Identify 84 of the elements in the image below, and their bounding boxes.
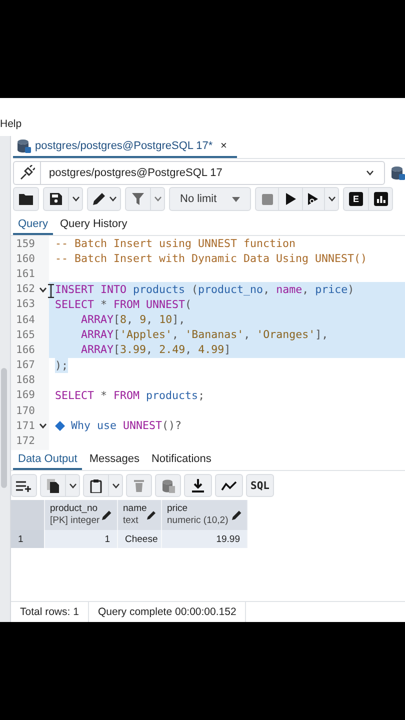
execute-options-button[interactable] (324, 188, 338, 210)
download-icon (192, 478, 204, 492)
total-rows: Total rows: 1 (11, 602, 89, 622)
dropdown-icon (232, 196, 240, 202)
line-chart-icon (221, 480, 237, 490)
bar-chart-icon (374, 192, 388, 206)
line-number: 166 (16, 344, 35, 356)
line-number: 160 (16, 252, 35, 265)
table-cell: Cheese (118, 530, 162, 548)
connection-select[interactable]: postgres/postgres@PostgreSQL 17 (13, 161, 385, 185)
table-cell: 1 (45, 530, 118, 548)
scrollbar-thumb[interactable] (1, 368, 7, 488)
close-button[interactable]: × (216, 140, 231, 152)
caret-icon (68, 482, 76, 488)
code-line: ARRAY[8, 9, 10], (80, 312, 186, 328)
code-line: INSERT INTO products (product_no, name, price) (55, 282, 354, 297)
paste-options-button[interactable] (108, 475, 122, 496)
column-name: price (167, 503, 189, 515)
copy-options-button[interactable] (65, 475, 79, 496)
code-line: SELECT * FROM products; (55, 388, 205, 404)
menu-item[interactable]: Help (0, 118, 22, 130)
line-number: 167 (16, 359, 35, 372)
pen-icon (92, 192, 106, 206)
database-save-icon (162, 478, 174, 492)
tab[interactable]: Query History (54, 215, 132, 235)
line-number: 159 (16, 238, 35, 250)
line-number: 162 (16, 283, 35, 296)
sql-button[interactable]: SQL (247, 475, 273, 496)
database-icon (17, 139, 31, 153)
tab[interactable]: Data Output (13, 450, 82, 470)
database-icon (391, 166, 405, 180)
line-number: 161 (16, 268, 35, 280)
clipboard-icon (90, 478, 102, 492)
diamond-icon (55, 420, 65, 431)
caret-icon (112, 482, 120, 488)
code-line: Why use UNNEST()? (71, 418, 182, 434)
pencil-icon (146, 510, 156, 520)
column-name: name (123, 503, 147, 515)
trash-icon (134, 479, 144, 492)
query-status: Query complete 00:00:00.152 (88, 602, 246, 622)
row-number: 1 (11, 530, 45, 548)
row-limit-select[interactable]: No limit (169, 187, 251, 211)
code-line: -- Batch Insert with Dynamic Data Using UNNEST() (55, 251, 368, 266)
code-line: ARRAY[3.99, 2.49, 4.99] (80, 342, 231, 358)
filter-icon (132, 193, 144, 205)
code-line: -- Batch Insert using UNNEST function (55, 236, 296, 252)
add-row-icon (16, 480, 32, 492)
line-number: 171 (16, 420, 35, 432)
fold-chevron-icon[interactable] (39, 286, 47, 293)
copy-icon (47, 478, 59, 492)
line-number: 168 (16, 374, 35, 386)
line-number: 169 (16, 389, 35, 402)
line-number: 172 (16, 435, 35, 448)
save-options-button[interactable] (68, 188, 82, 210)
caret-icon (72, 196, 80, 202)
explain-analyze-button[interactable]: E (344, 188, 368, 210)
play-icon (286, 193, 296, 205)
caret-icon (366, 170, 374, 176)
line-number: 165 (16, 328, 35, 341)
code-line: ARRAY['Apples', 'Bananas', 'Oranges'], (80, 327, 328, 342)
line-number: 170 (16, 404, 35, 417)
tab[interactable]: Notifications (146, 450, 216, 470)
fold-chevron-icon[interactable] (39, 423, 47, 430)
caret-icon (108, 196, 116, 202)
line-number: 163 (16, 298, 35, 310)
pencil-icon (232, 510, 242, 520)
caret-icon (154, 196, 162, 202)
explain-play-icon (308, 193, 319, 205)
line-number: 164 (16, 314, 35, 326)
column-type: text (123, 515, 140, 527)
filter-options-button[interactable] (150, 188, 164, 210)
column-type: numeric (10,2) (167, 515, 228, 527)
plug-icon (19, 165, 35, 181)
table-cell: 19.99 (162, 530, 248, 548)
tab[interactable]: Messages (84, 450, 144, 470)
column-name: product_no (50, 503, 99, 515)
text-cursor-icon (48, 284, 54, 298)
caret-icon (328, 196, 336, 202)
folder-icon (19, 193, 33, 205)
pencil-icon (102, 510, 112, 520)
save-icon (50, 193, 62, 205)
code-line: SELECT * FROM UNNEST( (55, 296, 192, 312)
stop-icon (262, 194, 272, 204)
column-type: [PK] integer (50, 515, 100, 527)
